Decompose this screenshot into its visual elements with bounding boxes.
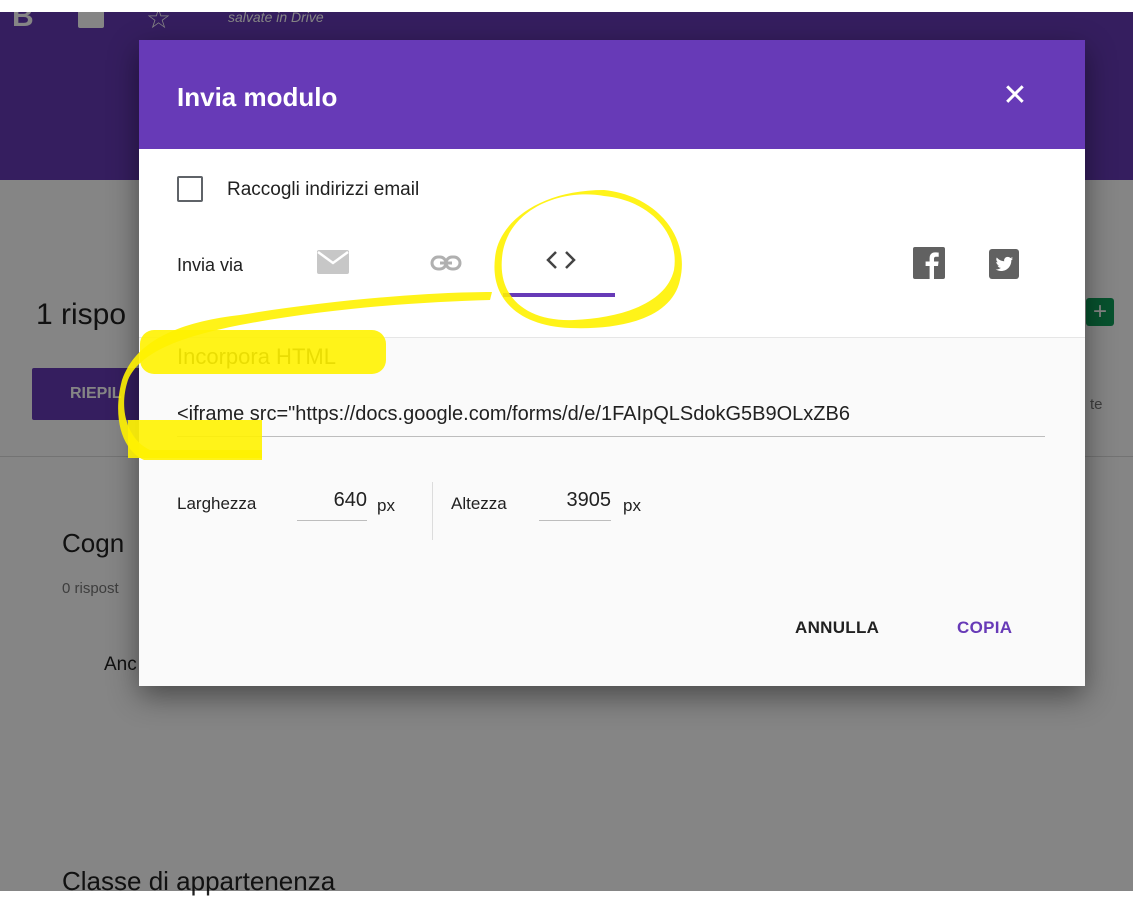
facebook-icon[interactable] (913, 247, 945, 279)
embed-code-field (177, 396, 1045, 437)
width-unit: px (377, 496, 395, 515)
embed-code-icon[interactable] (541, 243, 581, 277)
close-icon[interactable]: ✕ (995, 76, 1035, 116)
email-icon[interactable] (315, 247, 351, 277)
link-icon[interactable] (429, 249, 463, 277)
width-field (297, 484, 367, 521)
copy-button[interactable]: COPIA (957, 618, 1012, 638)
send-form-dialog: Invia modulo ✕ Raccogli indirizzi email … (139, 40, 1085, 686)
width-label: Larghezza (177, 494, 257, 513)
active-tab-indicator (503, 293, 615, 297)
twitter-icon[interactable] (989, 249, 1019, 279)
collect-emails-checkbox[interactable] (177, 176, 203, 202)
height-field (539, 484, 611, 521)
height-label: Altezza (451, 494, 507, 513)
width-input[interactable] (297, 484, 367, 516)
send-via-label: Invia via (177, 255, 244, 275)
cancel-button[interactable]: ANNULLA (795, 618, 879, 638)
vertical-separator (432, 482, 433, 540)
dialog-header: Invia modulo ✕ (139, 40, 1085, 149)
dialog-title: Invia modulo (177, 82, 338, 112)
height-input[interactable] (539, 484, 611, 516)
top-strip (0, 0, 1133, 12)
dialog-options: Raccogli indirizzi email Invia via (139, 149, 1085, 338)
embed-html-title: Incorpora HTML (177, 344, 336, 369)
height-unit: px (623, 496, 641, 515)
collect-emails-label[interactable]: Raccogli indirizzi email (227, 179, 419, 201)
embed-code-input[interactable] (177, 396, 1045, 432)
page: B ☆ salvate in Drive 1 rispo RIEPIL + te… (0, 0, 1133, 896)
